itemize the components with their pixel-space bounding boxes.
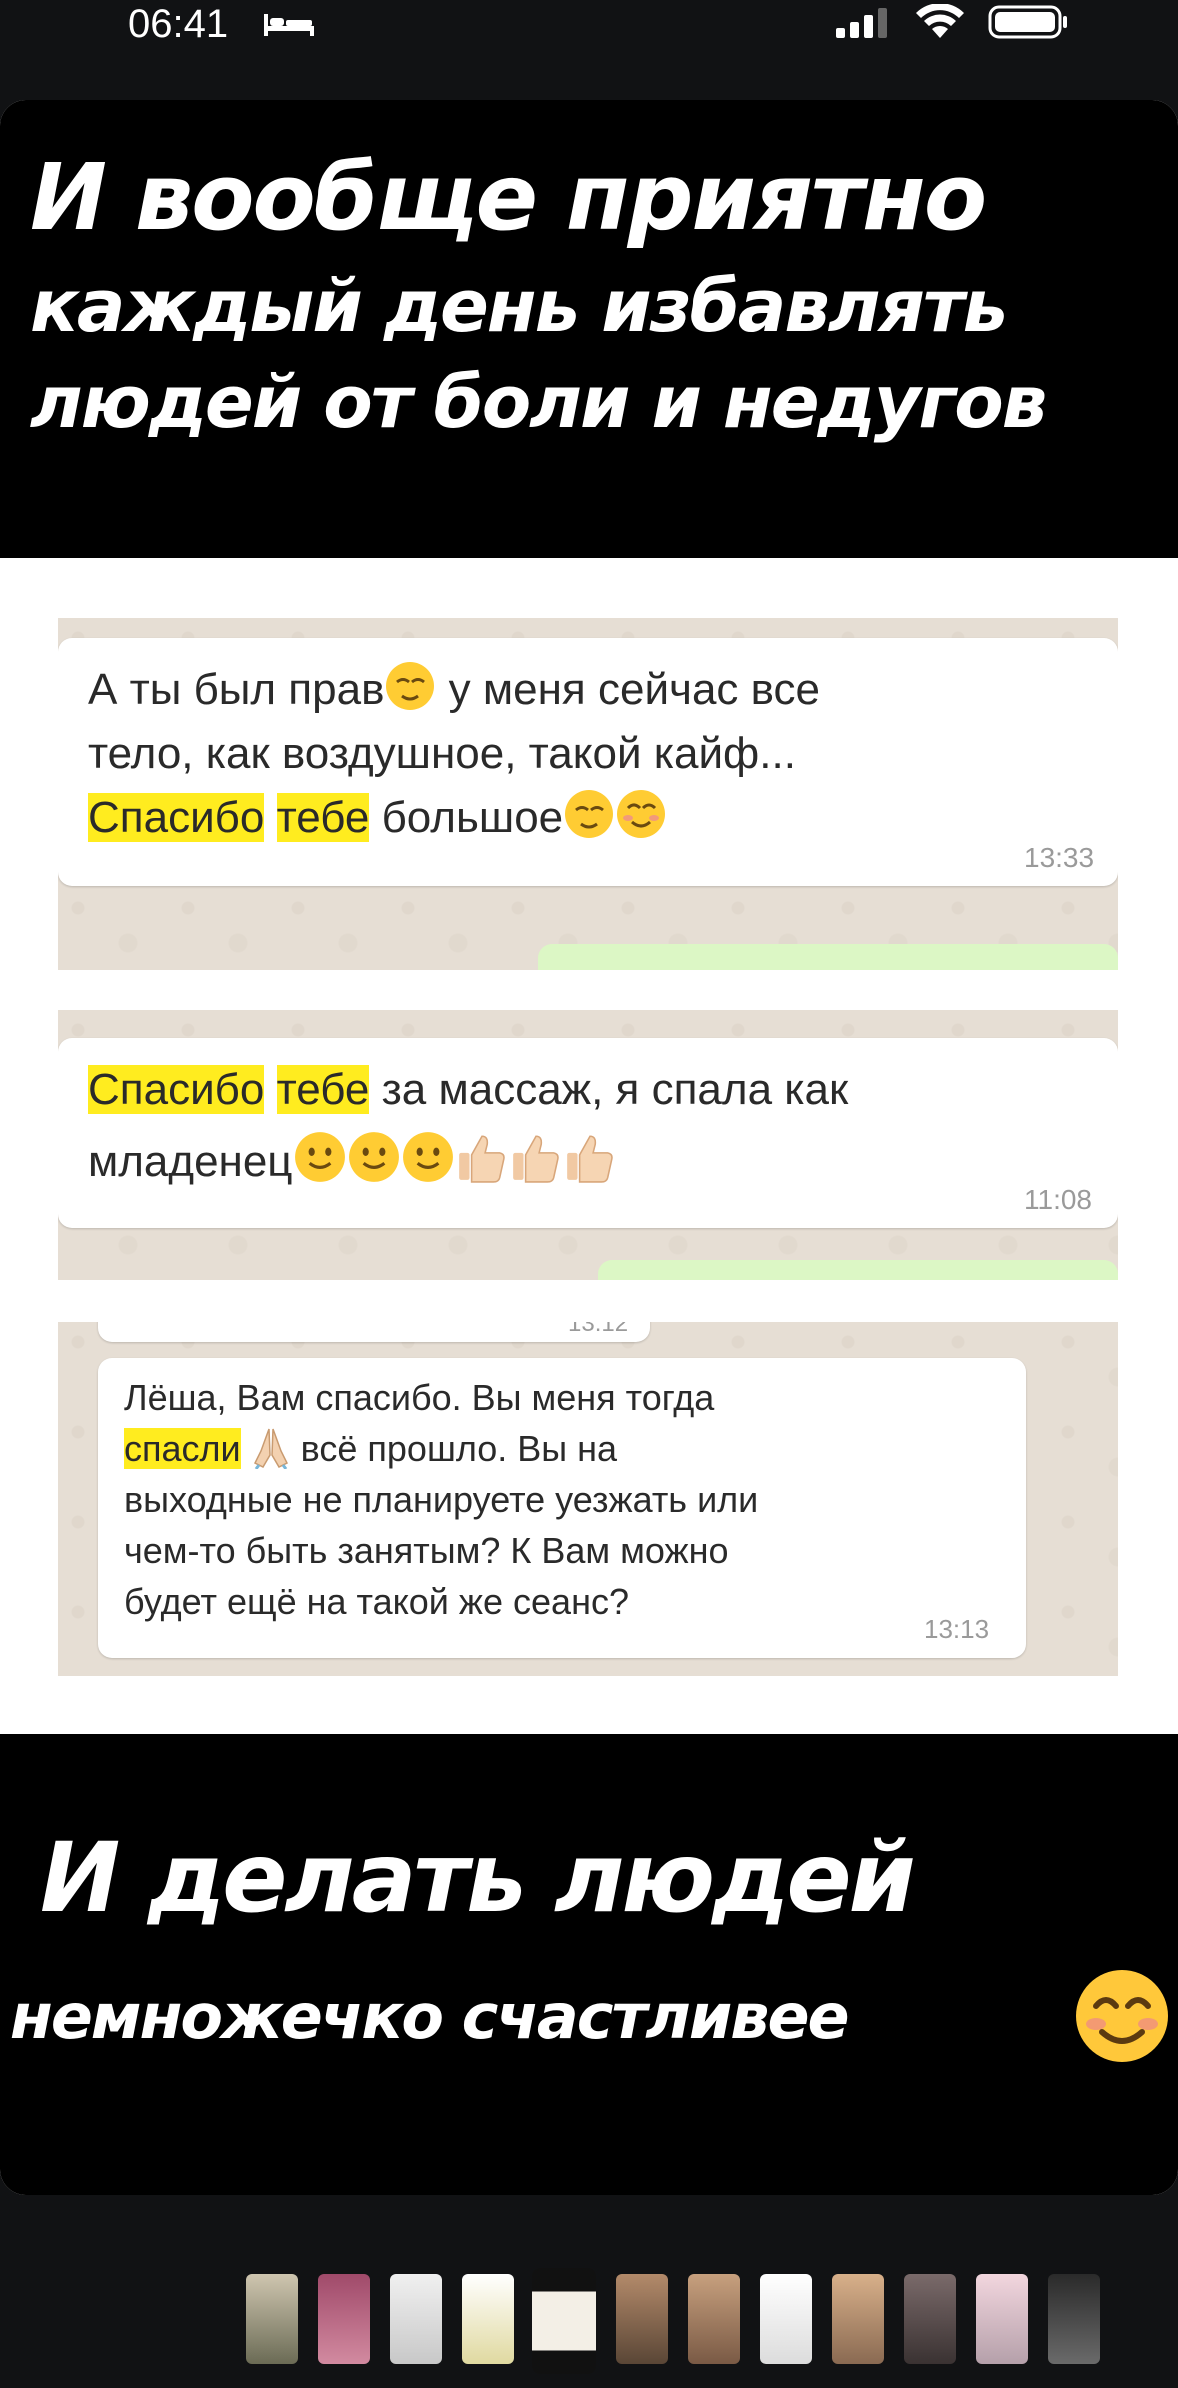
headline-top: И вообще приятно каждый день избавлять л… (30, 138, 1150, 450)
message-text: Лёша, Вам спасибо. Вы меня тогда (124, 1377, 715, 1418)
relieved-face-icon (565, 790, 614, 838)
slightly-smiling-face-icon (294, 1132, 345, 1182)
story-thumbnail[interactable] (976, 2274, 1028, 2364)
thumbs-up-icon (566, 1135, 613, 1183)
thumbs-up-icon (512, 1135, 559, 1183)
story-thumbnail[interactable] (760, 2274, 812, 2364)
story-thumbnail[interactable] (904, 2274, 956, 2364)
signal-icon (836, 8, 887, 38)
bottom-caption-band: И делать людей немножечко счастливее (0, 1734, 1178, 2195)
outgoing-bubble-edge (598, 1260, 1118, 1280)
outgoing-bubble-edge (538, 944, 1118, 970)
top-caption-band: И вообще приятно каждый день избавлять л… (0, 100, 1178, 558)
story-thumbnail[interactable] (318, 2274, 370, 2364)
slightly-smiling-face-icon (348, 1132, 399, 1182)
previous-bubble: 13:12 (98, 1322, 650, 1342)
story-thumbnail[interactable] (390, 2274, 442, 2364)
sleep-bed-icon (264, 14, 314, 36)
chat-screenshot-1: А ты был прав у меня сейчас все тело, ка… (58, 618, 1118, 970)
highlighted-word: тебе (276, 793, 370, 842)
message-text: тело, как воздушное, такой кайф... (88, 729, 796, 778)
story-thumbnail-active[interactable] (532, 2268, 596, 2374)
highlighted-word: Спасибо (88, 1065, 265, 1114)
headline-bottom-line-1: И делать людей (40, 1822, 916, 1934)
story-thumbnail[interactable] (246, 2274, 298, 2364)
message-bubble: А ты был прав у меня сейчас все тело, ка… (58, 638, 1118, 886)
message-time: 11:08 (1024, 1184, 1092, 1215)
message-text: А ты был прав (88, 665, 385, 714)
message-text: у меня сейчас все (436, 665, 820, 714)
headline-top-line-3: людей от боли и недугов (30, 360, 1047, 444)
highlighted-word: спасли (124, 1428, 241, 1469)
chat-screenshot-2: Спасибо тебе за массаж, я спала как млад… (58, 1010, 1118, 1280)
highlighted-word: Спасибо (88, 793, 265, 842)
story-thumbnail[interactable] (688, 2274, 740, 2364)
thumbs-up-icon (458, 1135, 505, 1183)
smiling-face-blush-icon (1076, 1970, 1168, 2062)
story-thumbnail[interactable] (832, 2274, 884, 2364)
praying-hands-icon (253, 1428, 288, 1469)
message-bubble: Спасибо тебе за массаж, я спала как млад… (58, 1038, 1118, 1228)
message-text: выходные не планируете уезжать или (124, 1479, 759, 1520)
clock: 06:41 (128, 2, 229, 46)
message-text: большое (369, 793, 564, 842)
message-text: за массаж, я спала как (369, 1065, 849, 1114)
wifi-icon (916, 4, 964, 38)
story-card[interactable]: И вообще приятно каждый день избавлять л… (0, 100, 1178, 2195)
story-thumbnail[interactable] (1048, 2274, 1100, 2364)
headline-top-line-2: каждый день избавлять (30, 264, 1008, 348)
highlighted-word: тебе (276, 1065, 370, 1114)
headline-bottom-line-2: немножечко счастливее (10, 1980, 850, 2053)
message-text: чем-то быть занятым? К Вам можно (124, 1530, 729, 1571)
status-bar: 06:41 (0, 0, 1178, 60)
message-text: всё прошло. Вы на (290, 1428, 618, 1469)
story-thumbnail[interactable] (462, 2274, 514, 2364)
message-time: 13:12 (568, 1322, 629, 1337)
message-text: будет ещё на такой же сеанс? (124, 1581, 629, 1622)
relieved-face-icon (386, 662, 435, 710)
slightly-smiling-face-icon (402, 1132, 453, 1182)
message-bubble: Лёша, Вам спасибо. Вы меня тогда спасли … (98, 1358, 1026, 1658)
chat-screenshot-3: 13:12 Лёша, Вам спасибо. Вы меня тогда с… (58, 1322, 1118, 1676)
story-thumbnail[interactable] (616, 2274, 668, 2364)
message-time: 13:13 (924, 1614, 990, 1644)
headline-top-line-1: И вообще приятно (30, 144, 987, 251)
story-thumbnails (236, 2268, 1178, 2378)
message-text: младенец (88, 1137, 293, 1186)
smiling-face-icon (617, 790, 666, 838)
battery-icon (988, 5, 1067, 39)
message-time: 13:33 (1024, 842, 1095, 873)
